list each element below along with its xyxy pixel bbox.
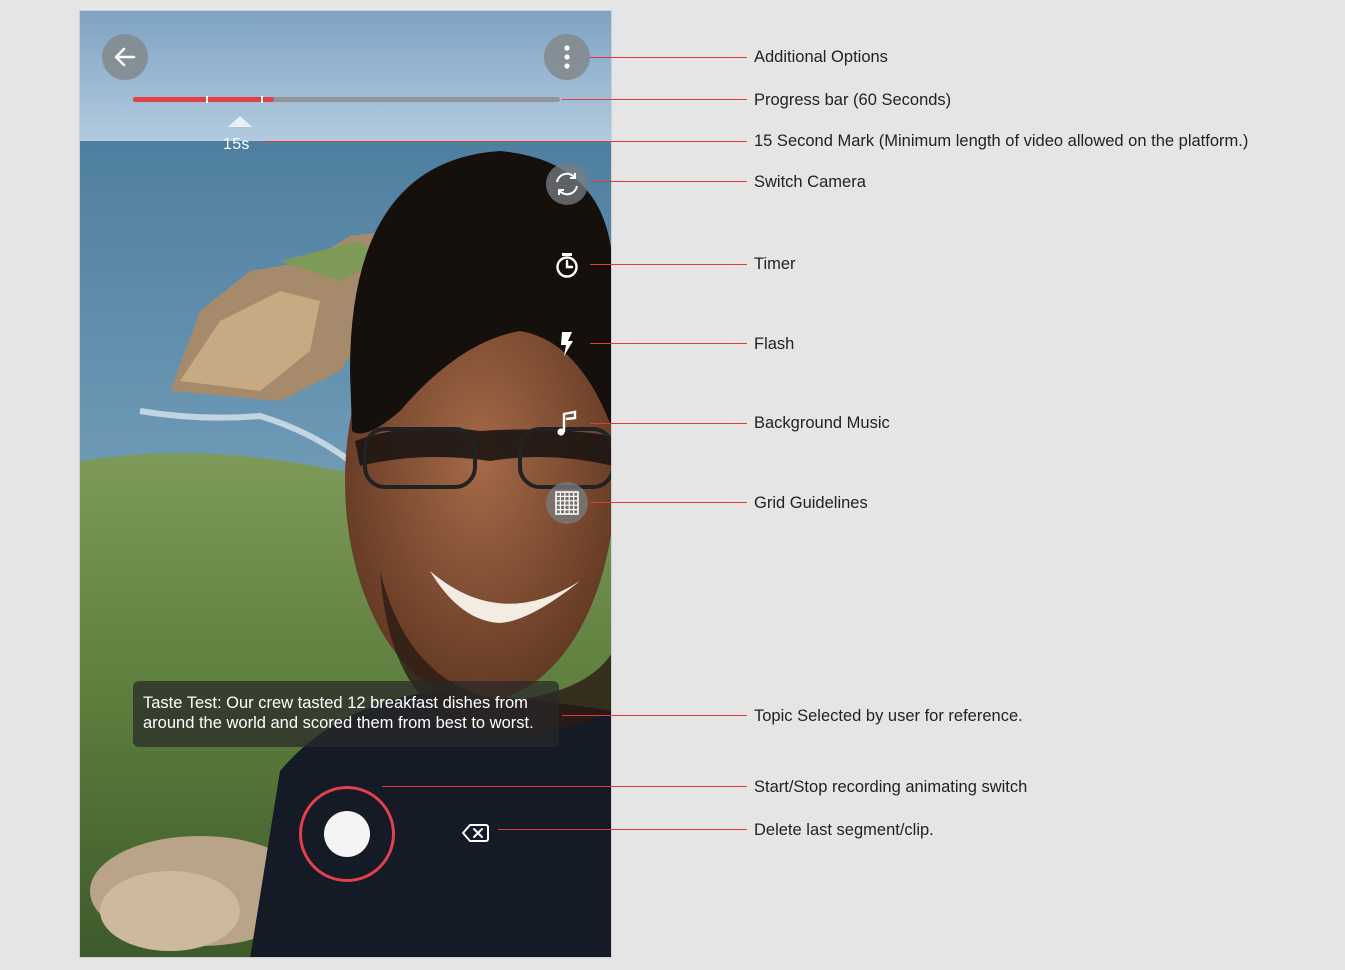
segment-marker [261,96,264,103]
grid-guidelines-button[interactable] [546,482,588,524]
camera-screen: 15s Taste Test: Our crew tasted 12 break… [79,10,612,958]
annotation-delete-segment: Delete last segment/clip. [754,821,934,839]
record-button[interactable] [299,786,395,882]
callout-line [382,786,747,787]
callout-line [590,423,747,424]
annotation-flash: Flash [754,335,795,353]
progress-bar [133,96,560,103]
annotation-timer: Timer [754,255,796,273]
callout-line [590,343,747,344]
annotation-grid-guidelines: Grid Guidelines [754,494,868,512]
flash-button[interactable] [546,323,588,365]
grid-icon [555,491,579,515]
more-options-button[interactable] [544,34,590,80]
annotation-background-music: Background Music [754,414,890,432]
switch-camera-button[interactable] [546,163,588,205]
callout-line [562,99,747,100]
progress-bar-fill [133,97,274,102]
annotation-switch-camera: Switch Camera [754,173,866,191]
topic-reference-box: Taste Test: Our crew tasted 12 breakfast… [133,681,559,747]
topic-text: Taste Test: Our crew tasted 12 breakfast… [143,694,534,732]
fifteen-second-mark-arrow [228,116,252,127]
annotation-record-switch: Start/Stop recording animating switch [754,778,1028,796]
callout-line [498,829,747,830]
timer-button[interactable] [546,244,588,286]
background-music-button[interactable] [546,403,588,445]
arrow-left-icon [114,47,136,67]
annotation-fifteen-second-mark: 15 Second Mark (Minimum length of video … [754,132,1249,150]
annotation-progress-bar: Progress bar (60 Seconds) [754,91,952,109]
callout-line [590,57,747,58]
music-note-icon [557,410,577,436]
callout-line [590,181,747,182]
annotation-topic-selected: Topic Selected by user for reference. [754,707,1023,725]
more-vertical-icon [564,45,570,69]
switch-camera-icon [556,172,578,196]
callout-line [562,715,747,716]
back-button[interactable] [102,34,148,80]
annotation-additional-options: Additional Options [754,48,888,66]
fifteen-second-mark-label: 15s [223,136,250,153]
callout-line [590,264,747,265]
delete-segment-button[interactable] [460,820,490,846]
timer-icon [556,253,578,278]
backspace-icon [462,824,489,842]
callout-line [590,502,747,503]
segment-marker [205,96,208,103]
flash-icon [561,332,573,356]
callout-line [262,141,747,142]
record-icon [324,811,370,857]
